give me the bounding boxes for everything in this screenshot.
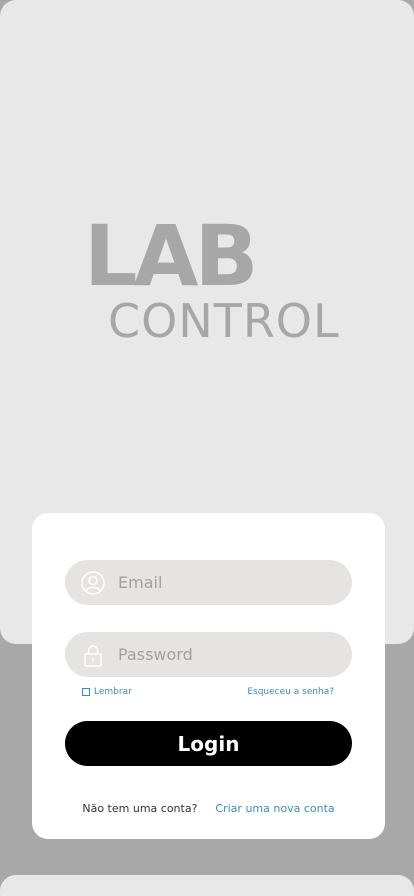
email-input[interactable] (118, 567, 338, 598)
logo-control-text: CONTROL (108, 294, 340, 348)
remember-label: Lembrar (94, 687, 132, 697)
login-button[interactable]: Login (65, 721, 352, 766)
no-account-text: Não tem uma conta? (82, 802, 198, 815)
create-account-link[interactable]: Criar uma nova conta (215, 802, 334, 815)
login-card: Lembrar Esqueceu a senha? Login Não tem … (32, 513, 385, 839)
login-screen: LAB CONTROL Email Lembrar Esqueceu a sen… (0, 0, 414, 896)
checkbox-icon[interactable] (82, 688, 90, 696)
bottom-panel (0, 875, 414, 896)
lock-icon (81, 643, 105, 667)
remember-checkbox[interactable]: Lembrar (82, 687, 132, 697)
password-field[interactable] (65, 632, 352, 677)
signup-row: Não tem uma conta? Criar uma nova conta (32, 802, 385, 815)
user-circle-icon (81, 570, 105, 595)
email-field[interactable] (65, 560, 352, 605)
password-input[interactable] (118, 639, 338, 670)
forgot-password-link[interactable]: Esqueceu a senha? (247, 687, 334, 697)
logo-lab-text: LAB (84, 207, 259, 305)
